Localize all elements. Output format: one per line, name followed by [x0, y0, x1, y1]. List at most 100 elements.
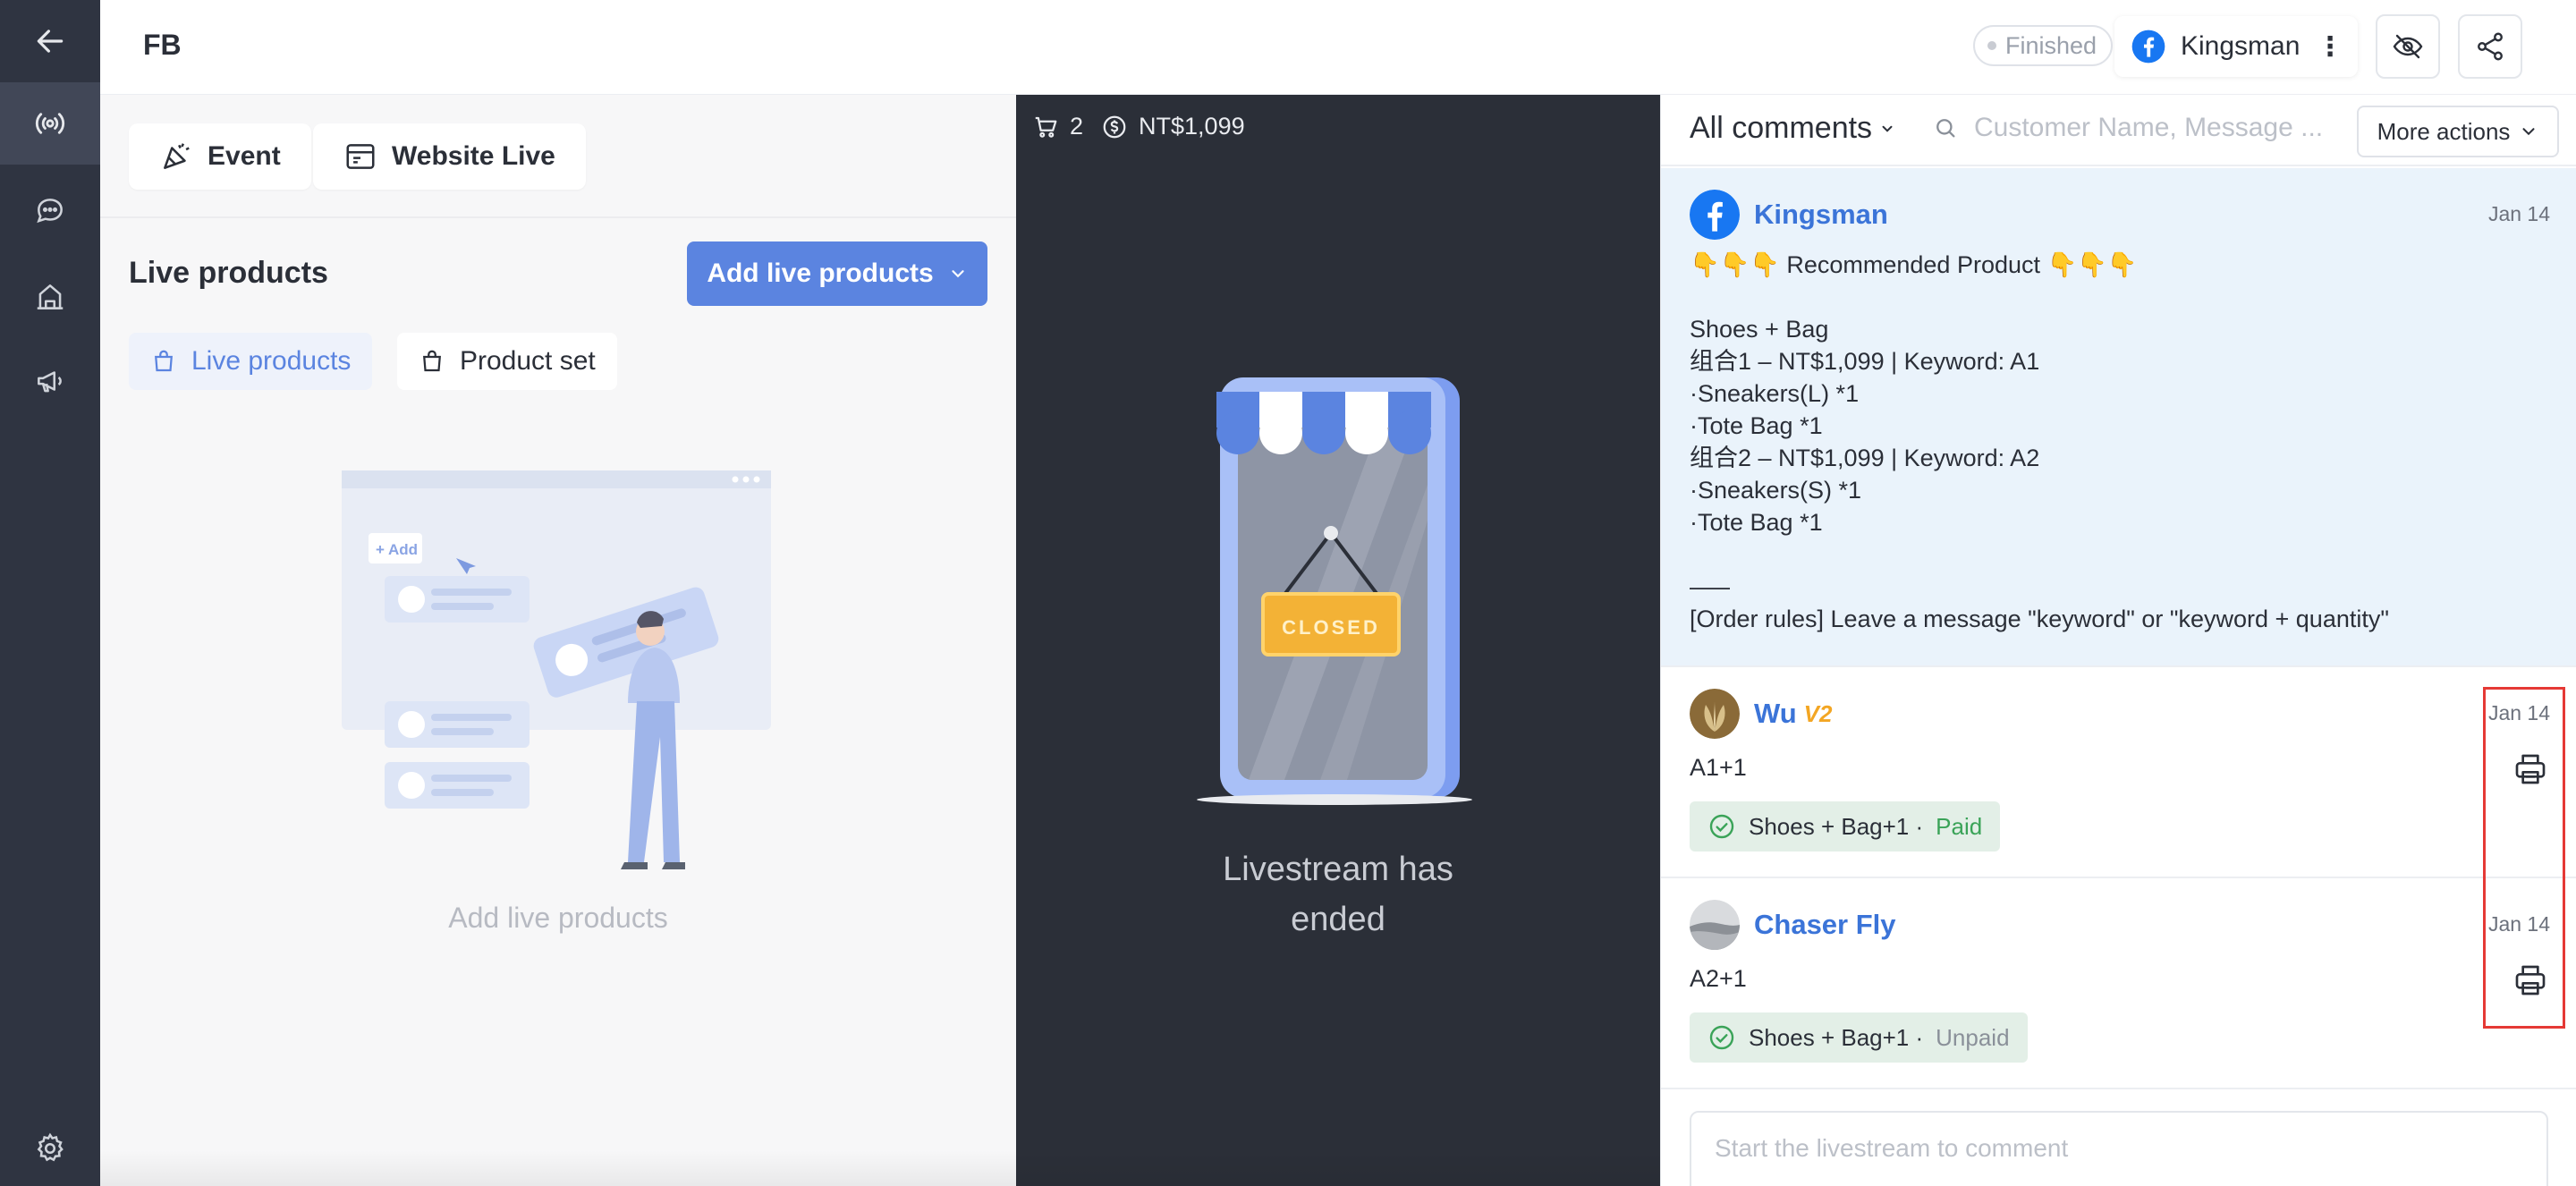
search-icon — [1936, 119, 1955, 138]
section-title: Live products — [129, 256, 328, 290]
empty-state-text: Add live products — [448, 902, 668, 934]
dollar-icon — [1103, 115, 1126, 138]
order-tag[interactable]: Shoes + Bag+1 · Unpaid — [1690, 1012, 2028, 1063]
order-summary: Shoes + Bag+1 · — [1749, 812, 1924, 840]
subtab-product-set-label: Product set — [460, 346, 596, 376]
facebook-icon — [2131, 30, 2165, 64]
page-title: FB — [143, 29, 182, 61]
comment-header: Wu V2 — [1690, 689, 1832, 739]
pinned-post: Kingsman Jan 14 👇👇👇 Recommended Product … — [1661, 168, 2576, 667]
search-input[interactable] — [1974, 113, 2350, 143]
eye-off-icon — [2393, 34, 2423, 59]
comment-text: A2+1 — [1690, 965, 1747, 992]
back-arrow-icon — [37, 30, 64, 53]
pinned-post-header: Kingsman — [1690, 190, 1888, 240]
comments-filter-dropdown[interactable]: All comments — [1690, 111, 1895, 146]
account-selector[interactable]: Kingsman ⋮ — [2114, 16, 2358, 77]
more-vertical-icon[interactable]: ⋮ — [2317, 31, 2343, 63]
tab-website-live-label: Website Live — [392, 141, 555, 171]
subtab-product-set[interactable]: Product set — [397, 333, 617, 390]
comment-text: A1+1 — [1690, 754, 1747, 781]
store-closed-illustration: CLOSED — [1197, 377, 1472, 805]
divider — [100, 216, 1016, 218]
comment-item: Wu V2 Jan 14 A1+1 Shoes + Bag+1 · Paid — [1661, 667, 2576, 878]
browser-icon — [346, 144, 375, 169]
highlight-box — [2483, 687, 2565, 1029]
subtab-live-products[interactable]: Live products — [129, 333, 373, 390]
stream-amount: NT$1,099 — [1139, 113, 1245, 140]
check-circle-icon — [1709, 1025, 1734, 1050]
stream-ended-message: Livestream has ended — [1016, 844, 1660, 945]
top-bar: FB Finished Kingsman ⋮ — [100, 0, 2576, 95]
closed-sign-text: CLOSED — [1282, 616, 1380, 639]
megaphone-icon — [38, 371, 62, 393]
tab-event[interactable]: Event — [129, 123, 311, 190]
chevron-down-icon — [1882, 125, 1893, 132]
pinned-post-body: 👇👇👇 Recommended Product 👇👇👇 Shoes + Bag … — [1690, 251, 2389, 632]
status-badge: Finished — [1973, 25, 2114, 66]
avatar — [1690, 689, 1740, 739]
tab-event-label: Event — [208, 141, 281, 171]
share-icon — [2478, 32, 2503, 61]
cart-count: 2 — [1070, 113, 1084, 140]
hide-button[interactable] — [2376, 14, 2440, 79]
shop-icon — [37, 284, 64, 309]
party-icon — [164, 143, 190, 169]
products-panel: Event Website Live Live products Add liv… — [100, 95, 1016, 1186]
commenter-name[interactable]: Chaser Fly — [1754, 909, 1896, 941]
illustration-add-label: + Add — [376, 541, 418, 558]
avatar-image — [1690, 689, 1740, 739]
payment-status: Paid — [1936, 812, 1983, 840]
tab-website-live[interactable]: Website Live — [313, 123, 586, 190]
comment-search — [1933, 113, 2362, 143]
chat-icon — [37, 199, 63, 224]
more-actions-label: More actions — [2377, 117, 2511, 145]
avatar — [1690, 900, 1740, 950]
avatar-image — [1690, 900, 1740, 950]
commenter-name[interactable]: Kingsman — [1754, 199, 1888, 231]
add-live-products-button[interactable]: Add live products — [687, 241, 987, 306]
settings-icon — [37, 1132, 64, 1162]
stream-stats: 2 NT$1,099 — [1032, 113, 1245, 140]
avatar — [1690, 190, 1740, 240]
comments-toolbar: All comments More actions — [1661, 95, 2576, 166]
comment-header: Chaser Fly — [1690, 900, 1896, 950]
facebook-icon — [1690, 190, 1740, 240]
add-live-products-label: Add live products — [707, 258, 934, 288]
cart-icon — [1035, 116, 1057, 138]
stream-ended-line1: Livestream has — [1223, 851, 1453, 888]
empty-products-illustration: + Add — [342, 470, 771, 869]
account-name: Kingsman — [2181, 31, 2301, 61]
status-dot — [1987, 41, 1996, 50]
nav-shop[interactable] — [0, 256, 100, 338]
payment-status: Unpaid — [1936, 1023, 2010, 1051]
comment-date: Jan 14 — [2487, 202, 2550, 225]
order-summary: Shoes + Bag+1 · — [1749, 1023, 1924, 1051]
broadcast-icon — [35, 113, 65, 134]
subtab-live-products-label: Live products — [191, 346, 352, 376]
nav-marketing[interactable] — [0, 340, 100, 422]
check-circle-icon — [1709, 814, 1734, 839]
more-actions-button[interactable]: More actions — [2357, 106, 2559, 157]
back-button[interactable] — [0, 0, 100, 82]
share-button[interactable] — [2458, 14, 2522, 79]
chevron-down-icon — [952, 270, 964, 278]
nav-live[interactable] — [0, 82, 100, 165]
commenter-name[interactable]: Wu — [1754, 698, 1797, 730]
bottom-shadow — [100, 1150, 1660, 1186]
bag-icon — [423, 350, 441, 372]
stream-ended-line2: ended — [1291, 901, 1385, 938]
nav-settings[interactable] — [0, 1107, 100, 1186]
comments-filter-label: All comments — [1690, 111, 1873, 145]
vip-badge: V2 — [1803, 699, 1833, 727]
chevron-down-icon — [2522, 128, 2535, 136]
status-label: Finished — [2005, 31, 2097, 59]
left-rail — [0, 0, 100, 1186]
nav-messages[interactable] — [0, 170, 100, 252]
comments-panel: All comments More actions Kingsman Jan 1… — [1660, 95, 2576, 1186]
bag-icon — [155, 350, 173, 372]
comment-input[interactable]: Start the livestream to comment — [1690, 1111, 2548, 1186]
stream-preview: 2 NT$1,099 CLOSED Livestream has ended — [1016, 95, 1660, 1186]
comment-item: Chaser Fly Jan 14 A2+1 Shoes + Bag+1 · U… — [1661, 878, 2576, 1089]
order-tag[interactable]: Shoes + Bag+1 · Paid — [1690, 801, 2001, 851]
